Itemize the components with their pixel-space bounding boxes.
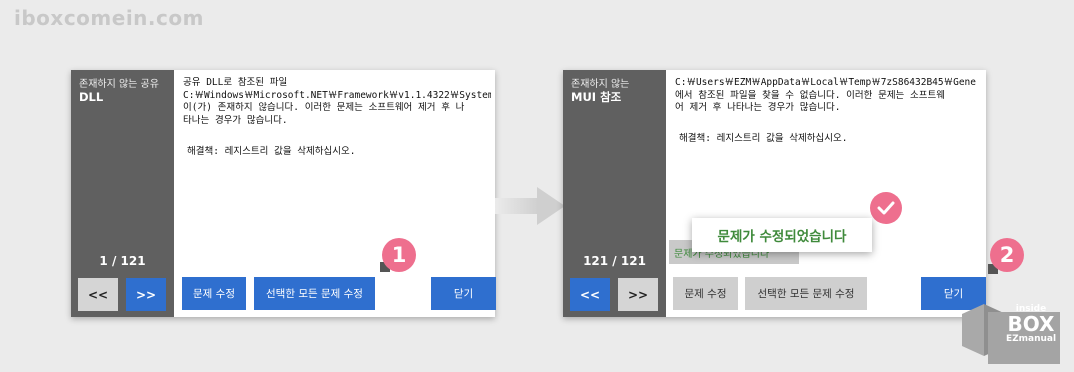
step-badge-1: 1: [382, 238, 416, 272]
arrow-right-icon: [495, 187, 565, 225]
description-line: 에서 참조된 파일을 찾을 수 없습니다. 이러한 문제는 소프트웨: [675, 89, 945, 101]
description-line: C:￦Windows￦Microsoft.NET￦Framework￦v1.1.…: [183, 89, 491, 101]
fix-problem-button[interactable]: 문제 수정: [182, 277, 246, 310]
category-line2: DLL: [79, 90, 104, 104]
prev-button[interactable]: <<: [78, 278, 118, 311]
solution-text: 해결책: 레지스트리 값을 삭제하십시오.: [187, 146, 356, 157]
issue-dialog-after: 존재하지 않는 MUI 참조 121 / 121 << >> C:￦Users￦…: [563, 70, 986, 317]
issue-content: 공유 DLL로 참조된 파일 C:￦Windows￦Microsoft.NET￦…: [174, 70, 496, 317]
checkmark-icon: [870, 192, 902, 224]
description-line: 타나는 경우가 많습니다.: [183, 114, 288, 126]
issue-counter: 121 / 121: [583, 254, 646, 268]
fix-all-selected-button[interactable]: 선택한 모든 문제 수정: [745, 277, 867, 310]
category-line2: MUI 참조: [571, 90, 622, 104]
issue-counter: 1 / 121: [99, 254, 146, 268]
logo-line2: BOX: [1007, 312, 1055, 336]
close-button[interactable]: 닫기: [431, 277, 496, 310]
issue-sidebar: 존재하지 않는 MUI 참조 121 / 121 << >>: [563, 70, 666, 317]
issue-category: 존재하지 않는 공유 DLL: [79, 78, 159, 104]
issue-dialog-before: 존재하지 않는 공유 DLL 1 / 121 << >> 공유 DLL로 참조된…: [71, 70, 496, 317]
issue-sidebar: 존재하지 않는 공유 DLL 1 / 121 << >>: [71, 70, 174, 317]
issue-description: C:￦Users￦EZM￦AppData￦Local￦Temp￦7zS86432…: [675, 77, 982, 115]
solution-text: 해결책: 레지스트리 값을 삭제하십시오.: [679, 133, 848, 144]
description-line: 어 제거 후 나타나는 경우가 많습니다.: [675, 102, 841, 113]
fix-problem-button[interactable]: 문제 수정: [673, 277, 738, 310]
description-line: 이(가) 존재하지 않습니다. 이러한 문제는 소프트웨어 제거 후 나: [183, 102, 465, 113]
site-watermark: iboxcomein.com: [14, 6, 204, 30]
logo-text: inside BOX EZmanual: [1000, 305, 1062, 345]
description-line: 공유 DLL로 참조된 파일: [183, 77, 288, 88]
issue-description: 공유 DLL로 참조된 파일 C:￦Windows￦Microsoft.NET￦…: [183, 77, 491, 127]
next-button[interactable]: >>: [126, 278, 166, 311]
category-line1: 존재하지 않는 공유: [79, 79, 159, 90]
next-button[interactable]: >>: [618, 278, 658, 311]
prev-button[interactable]: <<: [570, 278, 610, 311]
category-line1: 존재하지 않는: [571, 79, 630, 90]
fixed-popup-label: 문제가 수정되었습니다: [692, 218, 872, 252]
issue-content: C:￦Users￦EZM￦AppData￦Local￦Temp￦7zS86432…: [666, 70, 986, 317]
issue-category: 존재하지 않는 MUI 참조: [571, 78, 629, 104]
logo-line3: EZmanual: [1005, 334, 1057, 344]
fix-all-selected-button[interactable]: 선택한 모든 문제 수정: [254, 277, 375, 310]
step-badge-2: 2: [990, 238, 1024, 272]
description-line: C:￦Users￦EZM￦AppData￦Local￦Temp￦7zS86432…: [675, 77, 976, 88]
